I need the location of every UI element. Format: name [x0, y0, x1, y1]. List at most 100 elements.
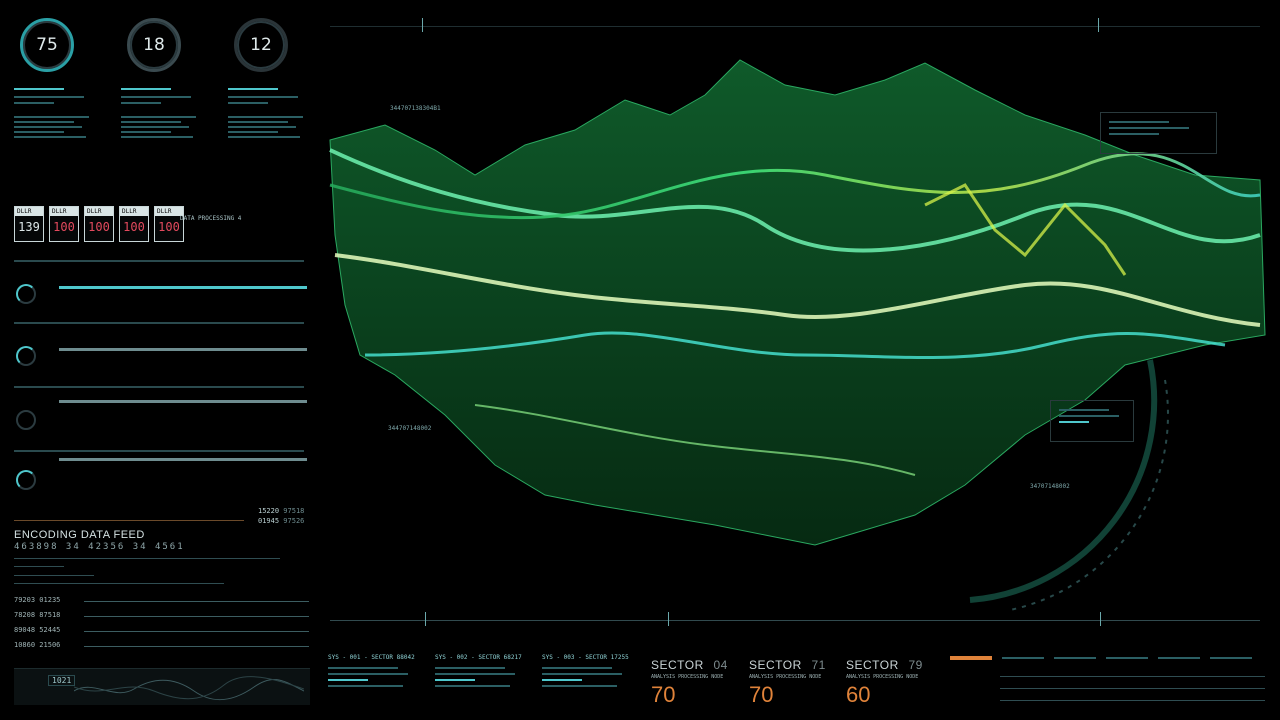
feed-row-3: 89048 52445 [14, 626, 310, 641]
divider [14, 558, 280, 559]
tick [422, 18, 423, 32]
ring-icon [16, 284, 36, 304]
tick [1100, 612, 1101, 626]
feed-row-4: 10860 21506 [14, 641, 310, 656]
sector-2-title: SECTOR [749, 658, 802, 672]
feed-1-a: 79203 [14, 596, 36, 604]
top-id: 344707138304B1 [390, 105, 441, 112]
counter-2-a: 01945 [258, 517, 280, 525]
sector-3: SECTOR 79 ANALYSIS PROCESSING NODE 60 [846, 654, 923, 708]
status-row-4 [14, 450, 309, 506]
card-1: DLLR 139 [14, 206, 44, 242]
card-5-value: 100 [158, 220, 180, 234]
status-row-3 [14, 386, 309, 450]
card-3-value: 100 [88, 220, 110, 234]
feed-2-a: 78208 [14, 611, 36, 619]
bottom-left-code: 1021 [48, 675, 76, 686]
card-4-top: DLLR [120, 207, 148, 216]
divider [14, 566, 64, 567]
card-1-value: 139 [18, 220, 40, 234]
mini-panel-1 [14, 88, 94, 138]
counter-1-b: 97518 [283, 507, 305, 515]
feed-rows: 79203 01235 78208 87518 89048 52445 1086… [14, 596, 310, 656]
counter-rows: 15220 97518 01945 97526 [258, 506, 304, 526]
card-4-value: 100 [123, 220, 145, 234]
waveform-graph [74, 676, 304, 701]
sector-2-big: 70 [749, 682, 774, 707]
counter-row-1: 15220 97518 [258, 506, 304, 516]
ring-icon [16, 470, 36, 490]
encoding-numbers: 463898 34 42356 34 4561 [14, 542, 185, 552]
feed-4-a: 10860 [14, 641, 36, 649]
sector-1: SECTOR 04 ANALYSIS PROCESSING NODE 70 [651, 654, 728, 708]
sys-panel-3-label: SYS - 003 - SECTOR 17255 [542, 654, 629, 661]
sector-3-big: 60 [846, 682, 871, 707]
card-2: DLLR 100 [49, 206, 79, 242]
sys-panel-3: SYS - 003 - SECTOR 17255 [542, 654, 632, 687]
card-2-value: 100 [53, 220, 75, 234]
card-1-top: DLLR [15, 207, 43, 216]
sys-panel-2: SYS - 002 - SECTOR 68217 [435, 654, 535, 687]
waveform-strip: 1021 [14, 668, 310, 705]
right-info-panel-2 [1050, 400, 1134, 442]
gauge-1-value: 75 [20, 18, 74, 72]
sys-panel-1: SYS - 001 - SECTOR 88042 [328, 654, 428, 687]
ring-icon [16, 410, 36, 430]
bottom-timeline [330, 620, 1260, 621]
counter-row-2: 01945 97526 [258, 516, 304, 526]
divider [14, 520, 244, 521]
bottom-right-grid [950, 654, 1265, 704]
gauge-1: 75 [20, 18, 74, 72]
mini-panel-2 [121, 88, 201, 138]
feed-2-b: 87518 [39, 611, 61, 619]
mid-id: 344707148002 [388, 425, 432, 432]
counter-2-b: 97526 [283, 517, 305, 525]
gauge-2-value: 18 [127, 18, 181, 72]
sector-1-num: 04 [713, 658, 728, 672]
sector-3-sub: ANALYSIS PROCESSING NODE [846, 674, 919, 680]
mini-panel-3 [228, 88, 308, 138]
sector-1-title: SECTOR [651, 658, 704, 672]
sector-1-sub: ANALYSIS PROCESSING NODE [651, 674, 724, 680]
gauge-2: 18 [127, 18, 181, 72]
divider [14, 583, 224, 584]
card-5-top: DLLR [155, 207, 183, 216]
status-row-1 [14, 260, 309, 322]
right-info-panel [1100, 112, 1217, 154]
tick [425, 612, 426, 626]
status-row-2 [14, 322, 309, 386]
card-5: DLLR 100 [154, 206, 184, 242]
sector-2: SECTOR 71 ANALYSIS PROCESSING NODE 70 [749, 654, 826, 708]
sys-panel-1-label: SYS - 001 - SECTOR 88042 [328, 654, 415, 661]
sector-2-sub: ANALYSIS PROCESSING NODE [749, 674, 822, 680]
encoding-title: ENCODING DATA FEED [14, 529, 145, 541]
divider [14, 575, 94, 576]
ring-icon [16, 346, 36, 366]
sys-panel-2-label: SYS - 002 - SECTOR 68217 [435, 654, 522, 661]
feed-row-1: 79203 01235 [14, 596, 310, 611]
tick [668, 612, 669, 626]
card-3-top: DLLR [85, 207, 113, 216]
status-rows [14, 260, 309, 506]
sys-panels: SYS - 001 - SECTOR 88042 SYS - 002 - SEC… [328, 654, 629, 704]
top-timeline [330, 26, 1260, 27]
sector-3-title: SECTOR [846, 658, 899, 672]
data-processing-label: DATA PROCESSING 4 [180, 215, 242, 222]
sector-1-big: 70 [651, 682, 676, 707]
right-id: 34707148002 [1030, 483, 1070, 490]
sector-3-num: 79 [908, 658, 923, 672]
gauge-3: 12 [234, 18, 288, 72]
card-4: DLLR 100 [119, 206, 149, 242]
card-3: DLLR 100 [84, 206, 114, 242]
sector-2-num: 71 [811, 658, 826, 672]
card-row: DLLR 139 DLLR 100 DLLR 100 DLLR 100 DLLR… [14, 206, 184, 242]
feed-3-a: 89048 [14, 626, 36, 634]
feed-4-b: 21506 [39, 641, 61, 649]
tick [1098, 18, 1099, 32]
counter-1-a: 15220 [258, 507, 280, 515]
card-2-top: DLLR [50, 207, 78, 216]
gauge-3-value: 12 [234, 18, 288, 72]
feed-1-b: 01235 [39, 596, 61, 604]
feed-row-2: 78208 87518 [14, 611, 310, 626]
feed-3-b: 52445 [39, 626, 61, 634]
